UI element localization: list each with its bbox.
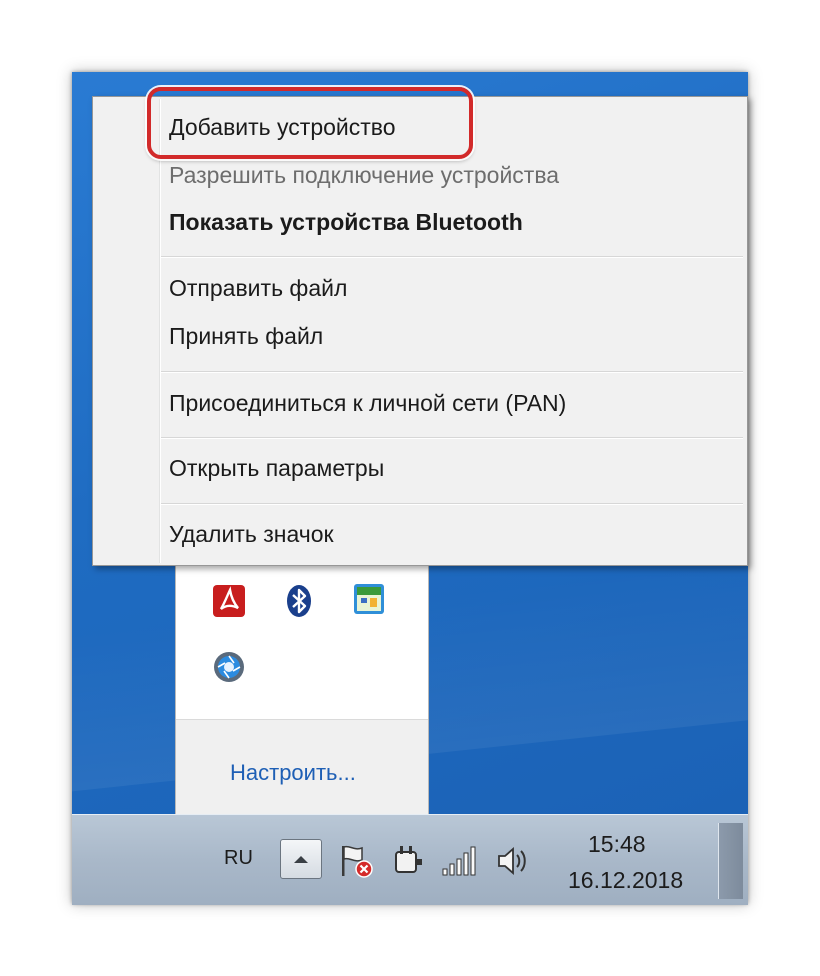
clock-time[interactable]: 15:48 [588,831,646,858]
clock-date[interactable]: 16.12.2018 [568,867,683,894]
menu-item-receive-file[interactable]: Принять файл [169,322,323,350]
tray-overflow-footer: Настроить... [176,719,428,817]
tray-overflow-panel: Настроить... [175,563,429,817]
camera-aperture-icon[interactable] [212,650,246,684]
action-center-flag-icon[interactable] [338,843,374,879]
menu-item-open-settings[interactable]: Открыть параметры [169,454,384,482]
bluetooth-context-menu: Добавить устройство Разрешить подключени… [92,96,748,566]
highlight-annotation [147,87,473,159]
chevron-up-icon [294,856,308,863]
tray-overflow-icons [176,564,428,716]
speaker-icon[interactable] [494,843,530,879]
menu-item-remove-icon[interactable]: Удалить значок [169,520,334,548]
menu-item-join-pan[interactable]: Присоединиться к личной сети (PAN) [169,389,566,417]
show-hidden-icons-button[interactable] [280,839,322,879]
menu-icon-gutter [159,99,161,563]
menu-item-allow-connection: Разрешить подключение устройства [169,162,560,188]
bluetooth-icon[interactable] [282,584,316,618]
menu-separator [161,437,743,439]
menu-separator [161,503,743,505]
customize-link[interactable]: Настроить... [230,760,356,786]
network-signal-icon[interactable] [440,843,476,879]
language-indicator[interactable]: RU [224,847,253,870]
menu-item-show-bluetooth-devices[interactable]: Показать устройства Bluetooth [169,208,523,236]
calendar-icon[interactable] [352,582,386,616]
menu-separator [161,256,743,258]
adobe-acrobat-icon[interactable] [212,584,246,618]
power-plug-icon[interactable] [390,843,426,879]
menu-item-send-file[interactable]: Отправить файл [169,274,347,302]
show-desktop-button[interactable] [718,823,743,899]
menu-separator [161,371,743,373]
taskbar: RU 15:48 16.12.2018 [72,814,748,905]
